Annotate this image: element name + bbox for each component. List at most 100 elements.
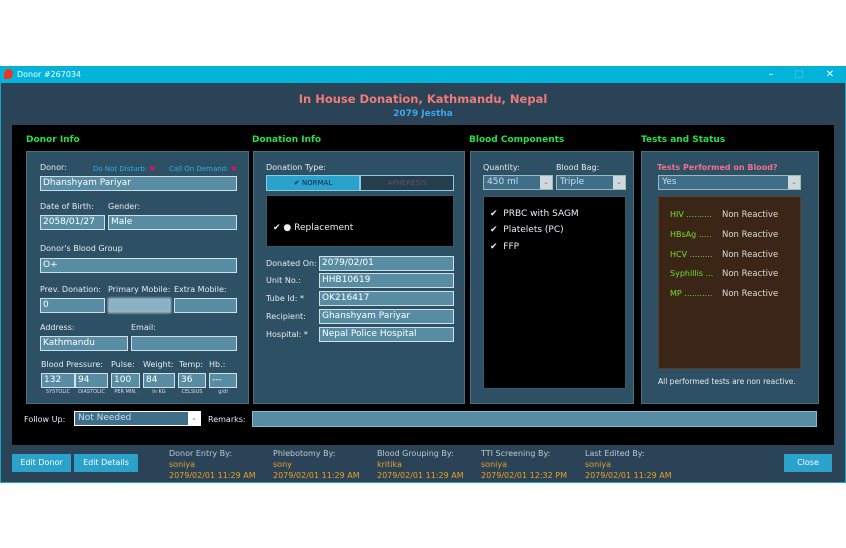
chevron-down-icon: ⌄ [540,176,552,189]
donation-subtype-box: ✔ ● Replacement [266,195,454,247]
edit-details-button[interactable]: Edit Details [74,454,138,472]
test-result: Non Reactive [722,250,779,260]
blood-bag-select[interactable]: Triple ⌄ [556,175,626,190]
primary-mobile-field-blurred[interactable] [108,298,171,313]
close-window-button[interactable]: ✕ [819,68,841,82]
replacement-radio[interactable]: ✔ ● Replacement [273,223,353,233]
pulse-field[interactable]: 100 [111,373,140,388]
bp-label: Blood Pressure: [41,360,103,369]
recipient-field[interactable]: Ghanshyam Pariyar [319,309,454,324]
tests-answer: Yes [662,177,677,187]
blood-group-label: Donor's Blood Group [40,244,123,253]
test-name: HBsAg ..... [670,230,712,239]
dob-field[interactable]: 2058/01/27 [40,215,105,230]
primary-mobile-label: Primary Mobile: [108,285,171,294]
audit-last-edited: Last Edited By: soniya 2079/02/01 11:29 AM [585,448,672,481]
quantity-label: Quantity: [483,163,520,172]
chevron-down-icon: ⌄ [613,176,625,189]
tests-performed-select[interactable]: Yes ⌄ [658,175,801,190]
weight-field[interactable]: 84 [143,373,175,388]
quantity-select[interactable]: 450 ml ⌄ [483,175,553,190]
donor-name-field[interactable]: Dhanshyam Pariyar [40,176,237,191]
hb-field[interactable]: --- [209,373,237,388]
component-item[interactable]: ✔ PRBC with SAGM [490,209,579,219]
blood-components-panel: Quantity: Blood Bag: 450 ml ⌄ Triple ⌄ ✔ P… [470,151,634,404]
edit-donor-button[interactable]: Edit Donor [12,454,71,472]
recipient-label: Recipient: [266,312,306,321]
component-label: PRBC with SAGM [503,209,579,219]
dob-label: Date of Birth: [40,202,94,211]
gender-field[interactable]: Male [108,215,237,230]
check-icon: ✔ [490,209,498,219]
gender-label: Gender: [108,202,141,211]
main-panel: Donor Info Donation Info Blood Component… [12,125,834,445]
title-bar: Donor #267034 – □ ✕ [1,67,845,83]
test-result: Non Reactive [722,210,779,220]
tests-panel: Tests Performed on Blood? Yes ⌄ HIV .....… [641,151,819,404]
test-results-box: HIV .......... Non Reactive HBsAg ..... … [658,196,801,369]
remarks-field[interactable] [252,411,817,427]
do-not-disturb[interactable]: Do Not Disturb: ✖ [93,165,155,173]
diastolic-unit: DIASTOLIC [78,389,105,395]
audit-tti-screening: TTI Screening By: soniya 2079/02/01 12:32 … [481,448,567,481]
remarks-label: Remarks: [208,415,246,424]
close-button[interactable]: Close [784,454,832,472]
test-name: HCV ......... [670,250,713,259]
component-label: Platelets (PC) [503,225,564,235]
tube-id-label: Tube Id: * [266,294,304,303]
dnd-label: Do Not Disturb: [93,165,148,173]
components-list-box: ✔ PRBC with SAGM ✔ Platelets (PC) ✔ FFP [483,196,626,389]
systolic-field[interactable]: 132 [41,373,75,388]
follow-up-label: Follow Up: [24,415,66,424]
follow-up-select[interactable]: Not Needed ⌄ [74,411,201,426]
donated-on-label: Donated On: [266,259,317,268]
audit-user: soniya [481,460,507,469]
hb-label: Hb.: [209,360,226,369]
audit-label: TTI Screening By: [481,449,551,458]
x-icon: ✖ [149,165,156,173]
apheresis-toggle[interactable]: APHERESIS [360,175,454,191]
diastolic-field[interactable]: 94 [75,373,108,388]
normal-toggle[interactable]: ✔ NORMAL [266,175,360,191]
audit-label: Donor Entry By: [169,449,233,458]
audit-blood-grouping: Blood Grouping By: kritika 2079/02/01 11:2… [377,448,464,481]
email-field[interactable] [131,336,237,351]
audit-time: 2079/02/01 11:29 AM [377,471,464,480]
temp-unit: CELSIUS [181,389,203,395]
pulse-label: Pulse: [111,360,135,369]
component-item[interactable]: ✔ FFP [490,242,519,252]
temp-field[interactable]: 36 [178,373,206,388]
x-icon: ✖ [230,165,237,173]
audit-time: 2079/02/01 12:32 PM [481,471,567,480]
blood-bag-value: Triple [560,177,585,187]
audit-user: sony [273,460,292,469]
blood-group-field[interactable]: O+ [40,258,237,273]
donor-info-panel: Donor: Do Not Disturb: ✖ Call On Demand:… [26,151,249,404]
component-label: FFP [503,242,520,252]
tube-id-field[interactable]: OK216417 [319,291,454,306]
pulse-unit: PER MIN. [114,389,137,395]
replacement-label: Replacement [294,223,354,233]
extra-mobile-label: Extra Mobile: [174,285,227,294]
maximize-button[interactable]: □ [788,68,810,82]
address-field[interactable]: Kathmandu [40,336,128,351]
component-item[interactable]: ✔ Platelets (PC) [490,225,564,235]
prev-donation-field[interactable]: 0 [40,298,105,313]
audit-time: 2079/02/01 11:29 AM [169,471,256,480]
donated-on-field[interactable]: 2079/02/01 [319,256,454,271]
minimize-button[interactable]: – [760,68,782,82]
donation-info-panel: Donation Type: ✔ NORMAL APHERESIS ✔ ● Re… [253,151,465,404]
weight-label: Weight: [143,360,174,369]
call-on-demand[interactable]: Call On Demand: ✖ [169,165,237,173]
audit-label: Phlebotomy By: [273,449,336,458]
donation-info-heading: Donation Info [252,135,322,145]
hospital-field[interactable]: Nepal Police Hospital [319,327,454,342]
systolic-unit: SYSTOLIC [45,389,71,395]
unit-no-label: Unit No.: [266,276,301,285]
tests-summary: All performed tests are non reactive. [658,377,796,386]
normal-label: NORMAL [301,179,333,187]
extra-mobile-field[interactable] [174,298,237,313]
blood-bag-label: Blood Bag: [556,163,600,172]
unit-no-field[interactable]: HHB10619 [319,273,454,288]
blood-components-heading: Blood Components [469,135,565,145]
